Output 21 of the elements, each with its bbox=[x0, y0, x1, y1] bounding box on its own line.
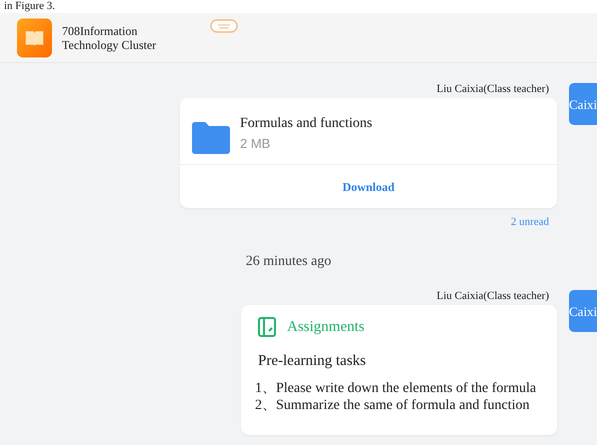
download-link[interactable]: Download bbox=[342, 180, 394, 194]
caption-text: in Figure 3. bbox=[0, 0, 597, 13]
avatar: Caixi bbox=[569, 290, 597, 332]
avatar: Caixi bbox=[569, 83, 597, 125]
assignment-card[interactable]: Assignments Pre-learning tasks 1、Please write down the elements of the formula 2、Summarize the same of formula and function bbox=[241, 305, 557, 435]
file-size: 2 MB bbox=[240, 136, 272, 150]
task-item: 1、Please write down the elements of the formula bbox=[255, 380, 538, 397]
file-card[interactable]: Formulas and functions 2 MB Download bbox=[180, 98, 557, 208]
assignment-heading: Assignments bbox=[287, 318, 365, 336]
task-item: 2、Summarize the same of formula and function bbox=[255, 397, 530, 414]
sender-name: Liu Caixia(Class teacher) bbox=[436, 290, 549, 302]
assignment-title: Pre-learning tasks bbox=[258, 353, 367, 370]
tag-icon bbox=[210, 19, 238, 33]
file-name: Formulas and functions bbox=[240, 116, 372, 132]
notebook-icon bbox=[258, 317, 276, 337]
group-name: 708Information bbox=[62, 24, 138, 38]
sender-name: Liu Caixia(Class teacher) bbox=[436, 83, 549, 95]
book-icon bbox=[17, 18, 52, 58]
group-name: Technology Cluster bbox=[62, 38, 158, 52]
folder-icon bbox=[192, 122, 230, 154]
timestamp: 26 minutes ago bbox=[244, 254, 332, 270]
